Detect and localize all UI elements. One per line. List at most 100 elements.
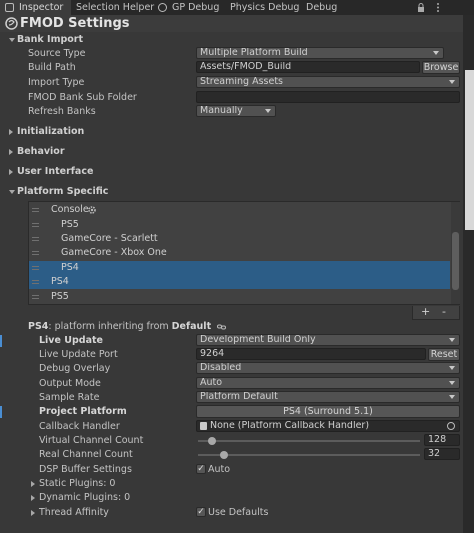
drag-handle-icon[interactable] <box>32 266 39 270</box>
import-type-label: Import Type <box>28 77 85 88</box>
list-item[interactable]: GameCore - Scarlett <box>29 232 450 246</box>
inspector-header: FMOD Settings <box>0 15 474 32</box>
tab-debug[interactable]: Debug <box>306 0 337 15</box>
real-channel-slider-knob[interactable] <box>220 451 228 459</box>
tab-label: GP Debug <box>172 2 220 13</box>
remove-button[interactable]: - <box>442 305 446 318</box>
chevron-down-icon <box>433 51 439 55</box>
list-item[interactable]: GameCore - Xbox One <box>29 246 450 260</box>
output-mode-dropdown[interactable]: Auto <box>196 377 460 389</box>
virtual-channel-slider-knob[interactable] <box>208 437 216 445</box>
tab-label: Selection Helper <box>76 2 155 13</box>
reset-button[interactable]: Reset <box>428 348 460 361</box>
initialization-header[interactable]: Initialization <box>17 126 84 138</box>
bug-icon <box>158 3 167 12</box>
real-channel-field[interactable]: 32 <box>424 448 460 460</box>
lock-icon[interactable] <box>417 3 425 12</box>
chevron-down-icon <box>449 80 455 84</box>
live-update-port-field[interactable]: 9264 <box>196 348 426 360</box>
drag-handle-icon[interactable] <box>32 208 39 212</box>
list-item-label: PS4 <box>61 262 79 273</box>
list-item-label: GameCore - Xbox One <box>61 247 167 258</box>
inherit-text: : platform inheriting from <box>48 321 172 332</box>
live-update-port-value: 9264 <box>200 348 225 359</box>
thread-affinity-label[interactable]: Thread Affinity <box>39 507 109 519</box>
callback-handler-field[interactable]: None (Platform Callback Handler) <box>196 420 460 432</box>
behavior-foldout-icon[interactable] <box>9 149 13 155</box>
import-type-value: Streaming Assets <box>200 76 283 87</box>
drag-handle-icon[interactable] <box>32 295 39 299</box>
user-interface-header[interactable]: User Interface <box>17 166 93 178</box>
import-type-dropdown[interactable]: Streaming Assets <box>196 76 460 88</box>
live-update-dropdown[interactable]: Development Build Only <box>196 334 460 346</box>
virtual-channel-label: Virtual Channel Count <box>39 435 144 446</box>
virtual-channel-slider[interactable] <box>198 440 420 442</box>
tab-label: Debug <box>306 2 338 13</box>
scene-view-strip <box>465 70 474 230</box>
add-button[interactable]: + <box>421 305 430 318</box>
initialization-foldout-icon[interactable] <box>9 129 13 135</box>
static-plugins-foldout-icon[interactable] <box>31 481 35 487</box>
list-item-selected[interactable]: PS4 <box>29 275 450 289</box>
chevron-down-icon <box>449 366 455 370</box>
dynamic-plugins-foldout-icon[interactable] <box>31 495 35 501</box>
build-path-field[interactable]: Assets/FMOD_Build <box>196 61 420 73</box>
real-channel-slider[interactable] <box>198 454 420 456</box>
list-item-selected[interactable]: PS4 <box>29 261 450 275</box>
tab-label: Inspector <box>19 2 64 13</box>
object-picker-icon[interactable] <box>447 422 455 430</box>
sample-rate-dropdown[interactable]: Platform Default <box>196 391 460 403</box>
drag-handle-icon[interactable] <box>32 223 39 227</box>
static-plugins-label[interactable]: Static Plugins: 0 <box>39 478 115 490</box>
inherit-parent: Default <box>171 321 212 332</box>
tab-selection-helper[interactable]: Selection Helper <box>76 0 154 15</box>
override-indicator <box>0 335 2 347</box>
browse-button[interactable]: Browse <box>422 61 460 74</box>
use-defaults-checkbox[interactable]: ✓ <box>196 507 206 517</box>
debug-overlay-dropdown[interactable]: Disabled <box>196 362 460 374</box>
tab-inspector[interactable]: Inspector <box>0 0 71 15</box>
platform-list[interactable]: Console PS5 GameCore - Scarlett GameCore… <box>28 201 460 305</box>
gear-icon[interactable] <box>87 205 97 215</box>
virtual-channel-field[interactable]: 128 <box>424 434 460 446</box>
real-channel-value: 32 <box>428 448 441 459</box>
bank-import-foldout-icon[interactable] <box>9 38 15 42</box>
tab-menu-icon[interactable] <box>436 2 440 13</box>
subfolder-field[interactable] <box>196 91 460 103</box>
user-interface-foldout-icon[interactable] <box>9 169 13 175</box>
list-item-label: PS5 <box>61 219 79 230</box>
list-item[interactable]: PS5 <box>29 290 450 304</box>
fmod-logo-icon <box>5 17 18 30</box>
bank-import-header[interactable]: Bank Import <box>17 34 83 46</box>
tab-label: Physics Debug <box>230 2 300 13</box>
link-icon[interactable] <box>217 323 227 331</box>
virtual-channel-value: 128 <box>428 434 447 445</box>
refresh-banks-label: Refresh Banks <box>28 106 96 117</box>
dynamic-plugins-label[interactable]: Dynamic Plugins: 0 <box>39 492 130 504</box>
list-scrollbar[interactable] <box>451 202 460 304</box>
inspector-tab-icon <box>5 3 14 12</box>
platform-specific-header[interactable]: Platform Specific <box>17 186 108 198</box>
project-platform-button[interactable]: PS4 (Surround 5.1) <box>196 405 460 418</box>
refresh-banks-dropdown[interactable]: Manually <box>196 105 276 117</box>
sample-rate-label: Sample Rate <box>39 392 100 403</box>
drag-handle-icon[interactable] <box>32 237 39 241</box>
subfolder-label: FMOD Bank Sub Folder <box>28 92 137 103</box>
chevron-down-icon <box>265 109 271 113</box>
scrollbar-thumb[interactable] <box>452 232 459 290</box>
list-item[interactable]: Console <box>29 203 450 217</box>
list-item[interactable]: PS5 <box>29 218 450 232</box>
list-item-label: PS4 <box>51 276 69 287</box>
platform-specific-foldout-icon[interactable] <box>9 190 15 194</box>
drag-handle-icon[interactable] <box>32 280 39 284</box>
drag-handle-icon[interactable] <box>32 251 39 255</box>
behavior-header[interactable]: Behavior <box>17 146 65 158</box>
source-type-dropdown[interactable]: Multiple Platform Build <box>196 47 444 59</box>
page-title: FMOD Settings <box>20 16 130 31</box>
dsp-auto-checkbox[interactable]: ✓ <box>196 464 206 474</box>
dsp-auto-label: Auto <box>208 464 231 475</box>
thread-affinity-foldout-icon[interactable] <box>31 510 35 516</box>
tab-physics-debug[interactable]: Physics Debug <box>230 0 299 15</box>
debug-overlay-label: Debug Overlay <box>39 363 111 374</box>
live-update-value: Development Build Only <box>200 334 316 345</box>
